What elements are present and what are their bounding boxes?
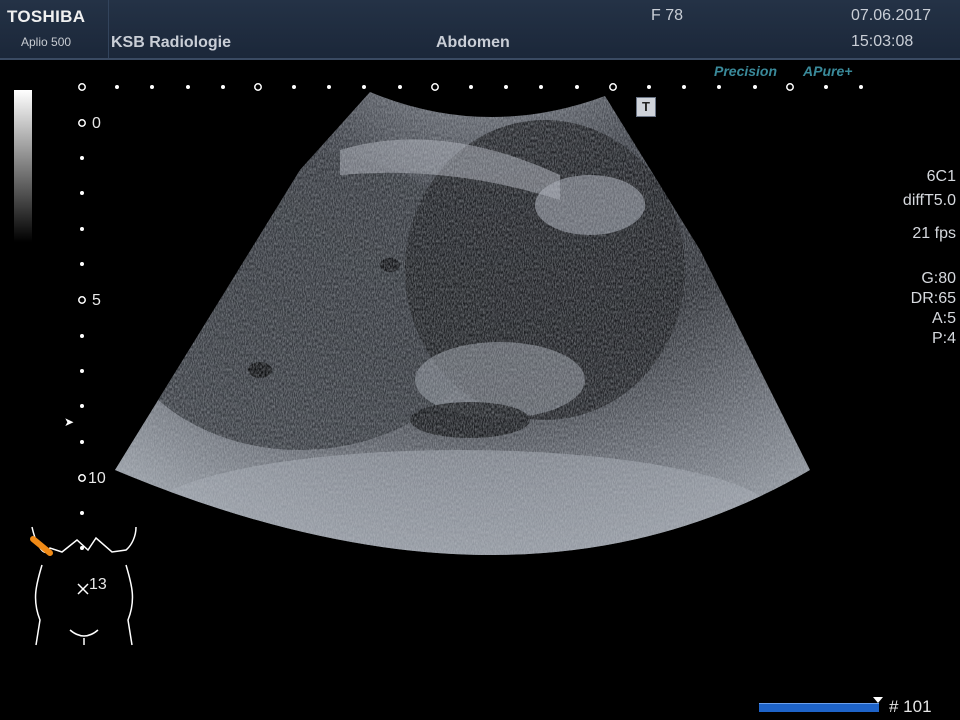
cine-frame-number: # 101 <box>889 697 932 716</box>
a-value: A:5 <box>931 310 956 327</box>
apure-logo: APure+ <box>803 63 853 79</box>
probe-name: 6C1 <box>926 168 956 185</box>
depth-label-10: 10 <box>88 470 106 487</box>
depth-label-5: 5 <box>92 292 101 309</box>
dynamic-range-value: DR:65 <box>910 290 956 307</box>
depth-label-0: 0 <box>92 115 101 132</box>
cine-progress-bar[interactable] <box>759 703 879 712</box>
ultrasound-image <box>30 83 863 646</box>
top-scale-dots <box>78 83 863 91</box>
gain-value: G:80 <box>921 270 956 287</box>
focus-marker-icon[interactable]: ➤ <box>64 415 74 429</box>
filter-setting: diffT5.0 <box>902 192 956 209</box>
depth-scale-dots <box>78 119 86 550</box>
cine-cursor-icon[interactable] <box>873 697 883 703</box>
p-value: P:4 <box>931 330 956 347</box>
t-marker-icon[interactable]: T <box>636 97 656 117</box>
body-marker <box>30 526 137 646</box>
ultrasound-sector <box>115 92 810 555</box>
precision-logo: Precision <box>714 63 778 79</box>
body-marker-label: 13 <box>89 576 107 593</box>
grayscale-bar <box>14 90 32 242</box>
frame-rate: 21 fps <box>912 225 956 242</box>
